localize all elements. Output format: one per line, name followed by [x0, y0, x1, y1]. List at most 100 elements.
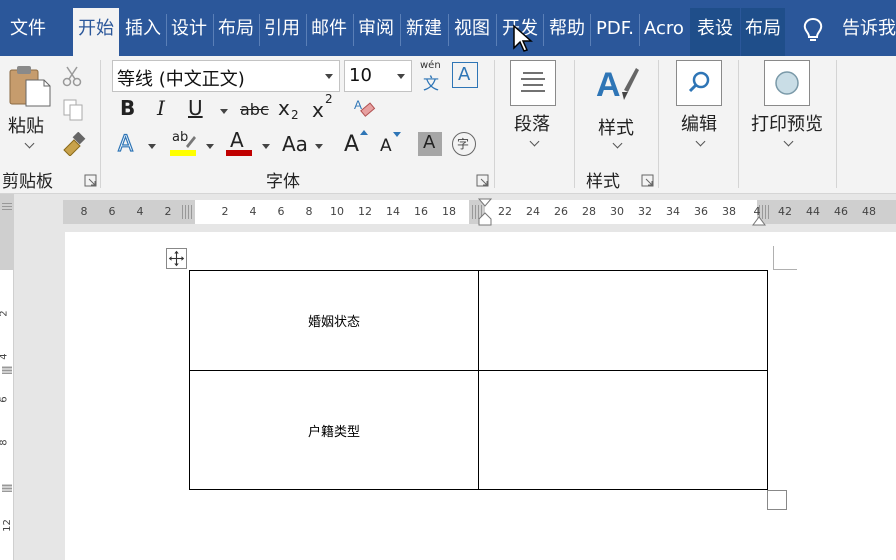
superscript-x-text: x	[312, 98, 324, 122]
clear-formatting-eraser-icon[interactable]: A	[352, 96, 378, 122]
underline-dropdown-icon[interactable]	[220, 109, 228, 114]
vruler-number: 2	[0, 310, 10, 316]
styles-button[interactable]: A 样式	[584, 58, 648, 158]
highlight-dropdown-icon[interactable]	[206, 144, 214, 149]
ruler-number: 22	[498, 205, 512, 218]
tab-file[interactable]: 文件	[0, 8, 56, 56]
svg-text:A: A	[354, 98, 362, 112]
table-row: 婚姻状态	[189, 270, 768, 371]
font-name-dropdown[interactable]: 等线 (中文正文)	[112, 60, 340, 92]
grow-font-button[interactable]: A	[344, 130, 370, 158]
tab-new[interactable]: 新建	[401, 8, 447, 56]
horizontal-ruler[interactable]: 8 6 4 2 2 4 6 8 10 12 14 16 18 22 24 26 28 30 32 34 36 38 4 42 4…	[63, 197, 896, 227]
vruler-marker[interactable]	[2, 484, 12, 492]
ruler-number: 26	[554, 205, 568, 218]
group-divider	[494, 60, 495, 188]
subscript-x-text: x	[278, 96, 290, 120]
vertical-ruler[interactable]: 2 4 6 8 12	[0, 194, 14, 560]
text-effects-dropdown-icon[interactable]	[148, 144, 156, 149]
enclose-characters-button[interactable]: 字	[452, 132, 476, 156]
format-painter-icon[interactable]	[60, 132, 86, 156]
table-resize-handle[interactable]	[767, 490, 787, 510]
tab-help[interactable]: 帮助	[544, 8, 590, 56]
underline-button[interactable]: U	[188, 96, 203, 120]
group-divider	[836, 60, 837, 188]
paragraph-button[interactable]: 段落	[502, 58, 566, 158]
table-cell-empty[interactable]	[478, 370, 768, 490]
highlight-color-button[interactable]: ab	[170, 130, 198, 158]
font-group-label: 字体	[266, 172, 300, 192]
group-divider	[738, 60, 739, 188]
shrink-arrow-icon	[393, 132, 401, 137]
change-case-dropdown-icon[interactable]	[315, 144, 323, 149]
font-size-dropdown[interactable]: 10	[344, 60, 412, 92]
ruler-number: 34	[666, 205, 680, 218]
font-name-value: 等线 (中文正文)	[117, 69, 245, 90]
character-shading-button[interactable]: A	[418, 132, 442, 156]
character-border-icon: A	[458, 64, 471, 85]
print-preview-chevron-icon	[783, 136, 794, 147]
document-page[interactable]: 婚姻状态 户籍类型	[65, 232, 896, 560]
table-cell-marital-status[interactable]: 婚姻状态	[189, 270, 479, 371]
font-name-arrow-icon	[325, 74, 333, 79]
subscript-button[interactable]: x 2	[278, 96, 308, 122]
tab-review[interactable]: 审阅	[354, 8, 398, 56]
ruler-number: 46	[834, 205, 848, 218]
phonetic-guide-button[interactable]: wén 文	[420, 60, 444, 93]
indent-marker-icon[interactable]	[477, 197, 493, 227]
tab-mailings[interactable]: 邮件	[307, 8, 351, 56]
tab-table-layout[interactable]: 布局	[741, 8, 785, 56]
ruler-column-marker[interactable]	[182, 205, 192, 219]
styles-chevron-icon	[612, 138, 623, 149]
font-color-button[interactable]: A	[226, 128, 254, 158]
tab-pdf[interactable]: PDF.	[591, 8, 639, 56]
paste-dropdown-chevron-icon[interactable]	[24, 138, 35, 149]
right-indent-marker-icon[interactable]	[752, 212, 766, 226]
cut-scissors-icon[interactable]	[60, 64, 84, 88]
tab-design[interactable]: 设计	[167, 8, 211, 56]
table-cell-household-type[interactable]: 户籍类型	[189, 370, 479, 490]
lightbulb-icon[interactable]	[800, 16, 826, 44]
ruler-number: 28	[582, 205, 596, 218]
vruler-marker[interactable]	[2, 202, 12, 210]
text-effects-button[interactable]: A	[117, 131, 133, 157]
tab-layout[interactable]: 布局	[214, 8, 258, 56]
italic-button[interactable]: I	[157, 96, 165, 120]
vruler-number: 4	[0, 353, 10, 359]
ruler-number: 10	[330, 205, 344, 218]
font-size-arrow-icon	[397, 74, 405, 79]
clipboard-group-label: 剪贴板	[2, 172, 53, 192]
font-dialog-launcher-icon[interactable]	[476, 174, 489, 187]
editing-button[interactable]: 编辑	[668, 58, 730, 158]
copy-icon[interactable]	[62, 98, 84, 122]
highlighter-pen-icon	[186, 136, 196, 148]
styles-dialog-launcher-icon[interactable]	[641, 174, 654, 187]
svg-text:A: A	[596, 66, 621, 104]
tab-table-design[interactable]: 表设	[690, 8, 740, 56]
strikethrough-button[interactable]: abc	[240, 100, 269, 119]
tab-view[interactable]: 视图	[449, 8, 495, 56]
clipboard-dialog-launcher-icon[interactable]	[84, 174, 97, 187]
tab-insert[interactable]: 插入	[121, 8, 165, 56]
group-divider	[658, 60, 659, 188]
tab-acrobat[interactable]: Acro	[640, 8, 688, 56]
tab-references[interactable]: 引用	[260, 8, 304, 56]
editing-box	[676, 60, 722, 106]
print-preview-button[interactable]: 打印预览	[748, 58, 830, 158]
table-move-handle-icon[interactable]	[166, 248, 187, 269]
bold-button[interactable]: B	[120, 96, 135, 120]
table-cell-empty[interactable]	[478, 270, 768, 371]
paste-button[interactable]: 粘贴	[4, 60, 54, 150]
superscript-button[interactable]: x 2	[312, 92, 342, 122]
paragraph-lines-icon	[521, 72, 545, 92]
tell-me-label[interactable]: 告诉我	[842, 8, 896, 56]
character-border-button[interactable]: A	[452, 62, 478, 88]
font-color-dropdown-icon[interactable]	[262, 144, 270, 149]
ruler-number: 18	[442, 205, 456, 218]
shrink-font-button[interactable]: A	[378, 130, 404, 158]
ruler-number: 6	[108, 205, 116, 218]
tab-home[interactable]: 开始	[73, 8, 119, 56]
change-case-button[interactable]: Aa	[282, 132, 308, 156]
ruler-number: 14	[386, 205, 400, 218]
vruler-marker[interactable]	[2, 366, 12, 374]
